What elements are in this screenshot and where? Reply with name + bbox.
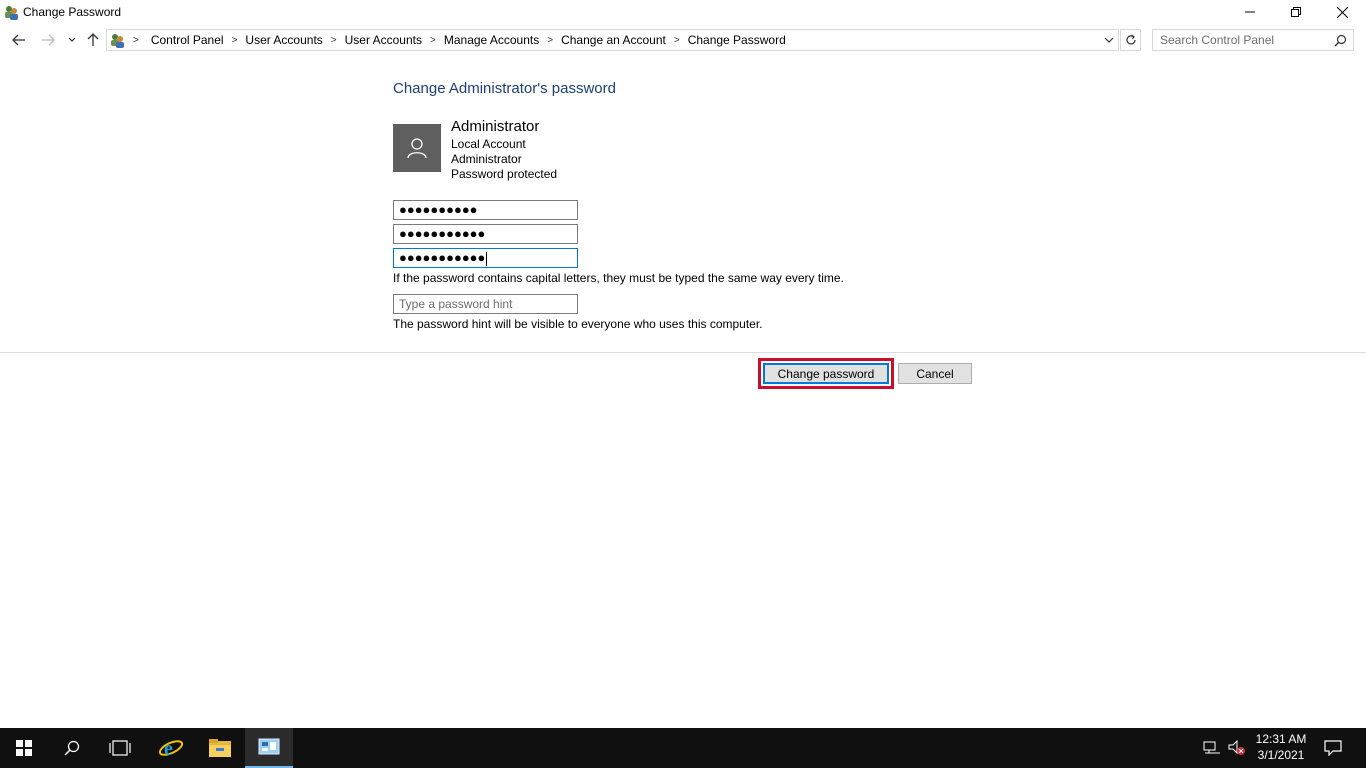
control-panel-users-icon [5,6,18,20]
file-explorer-icon [209,739,231,757]
chevron-down-icon [68,37,76,42]
hint-visibility-note: The password hint will be visible to eve… [393,317,763,331]
clock-time: 12:31 AM [1255,732,1307,746]
breadcrumb-control-panel[interactable]: Control Panel [151,33,224,47]
address-bar[interactable]: > Control Panel > User Accounts > User A… [106,29,1119,51]
change-password-button[interactable]: Change password [763,363,889,384]
breadcrumb-manage-accounts[interactable]: Manage Accounts [444,33,539,47]
minimize-button[interactable] [1227,0,1273,24]
new-password-value: ●●●●●●●●●●● [399,226,486,241]
control-panel-taskbar-button[interactable] [245,728,293,768]
account-type: Local Account [451,137,526,151]
internet-explorer-icon: e [159,738,183,760]
chevron-right-icon[interactable]: > [430,35,436,46]
confirm-password-value: ●●●●●●●●●●● [399,250,486,265]
action-center-button[interactable] [1318,728,1348,768]
control-panel-users-icon [111,34,124,48]
recent-locations-button[interactable] [62,30,82,50]
chevron-right-icon[interactable]: > [232,35,238,46]
avatar [393,124,441,172]
network-tray-button[interactable] [1200,728,1224,768]
chevron-right-icon[interactable]: > [547,35,553,46]
clock[interactable]: 12:31 AM 3/1/2021 [1248,731,1314,763]
password-hint-input[interactable] [394,295,577,313]
breadcrumb: > Control Panel > User Accounts > User A… [129,33,786,47]
network-icon [1203,741,1220,754]
refresh-icon [1125,34,1136,45]
current-password-value: ●●●●●●●●●● [399,202,478,217]
search-icon[interactable] [1334,34,1347,47]
search-box[interactable] [1152,29,1354,51]
page-title: Change Administrator's password [393,80,616,97]
forward-button[interactable] [38,30,58,50]
restore-button[interactable] [1273,0,1319,24]
up-button[interactable] [83,30,103,50]
account-name: Administrator [451,118,540,135]
user-icon [407,138,427,159]
task-view-button[interactable] [96,728,144,768]
close-button[interactable] [1319,0,1365,24]
chevron-right-icon[interactable]: > [674,35,680,46]
chevron-right-icon[interactable]: > [133,35,139,46]
arrow-up-icon [87,33,99,46]
volume-muted-icon [1228,740,1245,755]
taskbar-search-button[interactable] [48,728,96,768]
arrow-right-icon [42,34,55,46]
breadcrumb-change-an-account[interactable]: Change an Account [561,33,666,47]
control-panel-icon [258,738,280,755]
cancel-button[interactable]: Cancel [898,363,972,384]
refresh-button[interactable] [1120,29,1141,51]
internet-explorer-button[interactable]: e [147,728,195,768]
back-button[interactable] [9,30,29,50]
account-status: Password protected [451,167,558,181]
password-hint-box[interactable] [393,294,578,314]
arrow-left-icon [12,34,25,46]
divider [0,352,1366,353]
close-icon [1336,6,1348,18]
start-button[interactable] [0,728,48,768]
confirm-password-field[interactable]: ●●●●●●●●●●● [393,248,578,268]
file-explorer-button[interactable] [196,728,244,768]
new-password-field[interactable]: ●●●●●●●●●●● [393,224,578,244]
task-view-icon [109,740,131,756]
breadcrumb-change-password[interactable]: Change Password [688,33,786,47]
minimize-icon [1245,11,1255,13]
window-title: Change Password [23,5,122,19]
clock-date: 3/1/2021 [1257,748,1305,762]
windows-start-icon [16,740,32,756]
search-input[interactable] [1153,30,1331,50]
text-caret [486,251,488,266]
volume-tray-button[interactable] [1226,728,1248,768]
restore-icon [1291,7,1301,17]
notification-icon [1324,740,1342,756]
breadcrumb-user-accounts[interactable]: User Accounts [245,33,322,47]
chevron-right-icon[interactable]: > [331,35,337,46]
taskbar: e 12:31 AM 3/1/2021 [0,728,1366,768]
title-bar: Change Password [0,0,1366,26]
breadcrumb-user-accounts-sub[interactable]: User Accounts [345,33,422,47]
capital-letters-note: If the password contains capital letters… [393,271,844,285]
account-group: Administrator [451,152,522,166]
current-password-field[interactable]: ●●●●●●●●●● [393,200,578,220]
search-icon [64,740,80,756]
svg-text:e: e [164,738,173,760]
address-dropdown-icon[interactable] [1102,33,1116,47]
